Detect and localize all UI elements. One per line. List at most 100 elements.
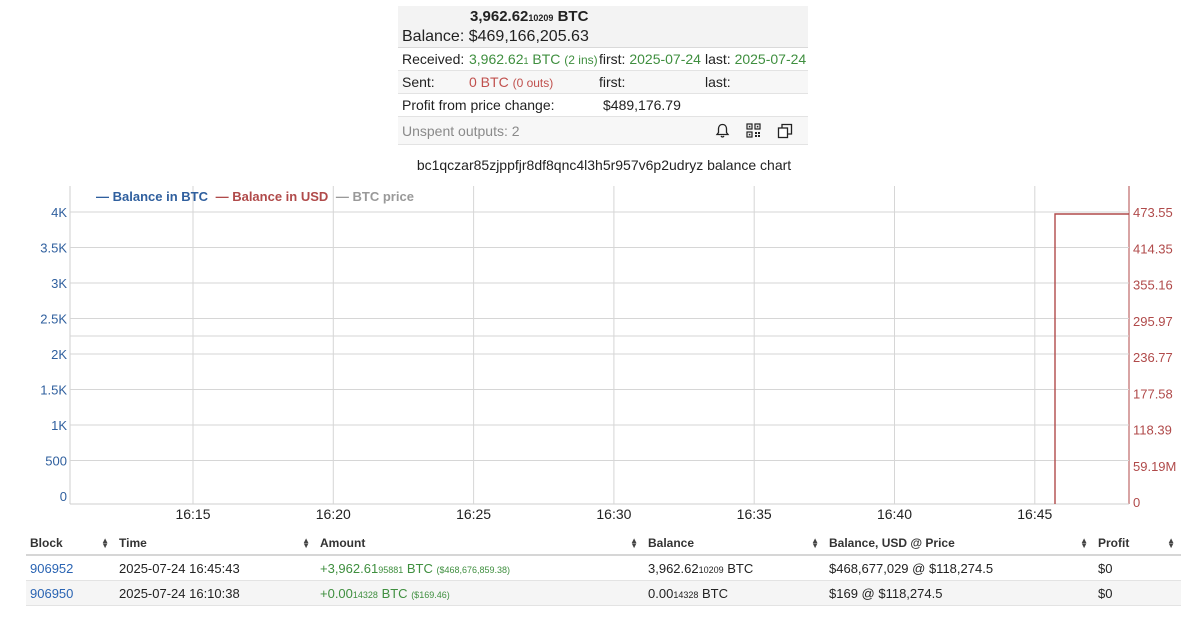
x-tick-label: 16:40 [877,506,912,522]
cell-amount: +0.0014328 BTC ($169.46) [316,580,644,606]
received-main: 3,962.62 [469,51,524,67]
cell-time: 2025-07-24 16:10:38 [115,580,316,606]
col-balance[interactable]: Balance ▲ ▼ [644,532,825,556]
y-left-tick-label: 1.5K [40,383,67,398]
y-left-tick-label: 1K [51,418,67,433]
amount-main: +3,962.61 [320,560,379,576]
chart-legend: — Balance in BTC — Balance in USD — BTC … [96,189,414,204]
sent-value: 0 BTC (0 outs) [469,74,599,90]
y-right-tick-label: 295.97 [1133,314,1173,329]
y-left-tick-label: 3K [51,276,67,291]
sent-amount: 0 BTC [469,74,509,90]
balance-header: 3,962.6210209 BTC Balance: $469,166,205.… [398,6,808,48]
col-amount-label: Amount [320,536,366,550]
received-value: 3,962.621 BTC (2 ins) [469,51,599,67]
legend-btc-price[interactable]: — BTC price [336,189,414,204]
balance-unit: BTC [727,560,754,576]
col-profit-label: Profit [1098,536,1130,550]
cell-block: 906952 [26,555,115,581]
balance-btc-unit: BTC [557,7,589,25]
unspent-row: Unspent outputs: 2 [398,117,808,145]
x-tick-label: 16:45 [1017,506,1052,522]
y-right-tick-label: 0 [1133,495,1140,510]
sent-label: Sent: [402,74,435,90]
chart-title: bc1qczar85zjppfjr8df8qnc4l3h5r957v6p2udr… [416,157,792,173]
cell-balance: 3,962.6210209 BTC [644,555,825,581]
amount-main: +0.00 [320,585,353,601]
received-label: Received: [402,51,465,67]
transactions-table: Block ▲ ▼ Time ▲ ▼ Amount ▲ ▼ Balance ▲ ▼ Balanc… [26,532,1181,606]
block-link[interactable]: 906950 [30,586,73,601]
col-balance-label: Balance [648,536,695,550]
bell-icon[interactable] [715,123,730,139]
sort-icon[interactable]: ▲ ▼ [1167,537,1175,550]
sort-icon[interactable]: ▲ ▼ [302,537,310,550]
x-tick-label: 16:15 [175,506,210,522]
col-balance-usd[interactable]: Balance, USD @ Price ▲ ▼ [825,532,1094,556]
sort-icon[interactable]: ▲ ▼ [101,537,109,550]
address-summary: 3,962.6210209 BTC Balance: $469,166,205.… [398,6,808,145]
qr-code-icon[interactable] [746,123,761,138]
amount-small: 14328 [352,589,378,600]
block-link[interactable]: 906952 [30,561,73,576]
y-left-tick-label: 4K [51,205,67,220]
y-right-tick-label: 118.39 [1133,423,1172,438]
balance-small: 10209 [698,564,724,575]
balance-main: 3,962.62 [648,560,699,576]
received-last: last: 2025-07-24 [705,51,808,67]
received-small: 1 [523,56,529,66]
sort-icon[interactable]: ▲ ▼ [1080,537,1088,550]
cell-balance: 0.0014328 BTC [644,580,825,606]
y-left-tick-label: 0 [60,489,67,504]
x-tick-label: 16:20 [316,506,351,522]
profit-row: Profit from price change: $489,176.79 [398,94,808,117]
action-icons [715,123,793,139]
col-time-label: Time [119,536,147,550]
y-right-tick-label: 473.55 [1133,205,1173,220]
x-tick-label: 16:25 [456,506,491,522]
col-block-label: Block [30,536,63,550]
balance-small: 14328 [673,589,699,600]
copy-icon[interactable] [777,123,793,139]
balance-usd-line: Balance: $469,166,205.63 [398,27,589,46]
cell-balance-usd: $468,677,029 @ $118,274.5 [825,555,1094,581]
sent-first-label: first: [599,74,626,90]
col-balance-usd-label: Balance, USD @ Price [829,536,955,550]
legend-balance-btc[interactable]: — Balance in BTC [96,189,209,204]
cell-profit: $0 [1094,555,1181,581]
balance-label: Balance: [402,27,465,45]
received-last-label: last: [705,51,731,67]
cell-balance-usd: $169 @ $118,274.5 [825,580,1094,606]
x-tick-label: 16:30 [596,506,631,522]
sent-outs: (0 outs) [512,76,554,90]
y-left-tick-label: 500 [45,454,67,469]
sort-icon[interactable]: ▲ ▼ [630,537,638,550]
amount-unit: BTC [406,560,433,576]
y-right-tick-label: 177.58 [1133,386,1173,401]
col-block[interactable]: Block ▲ ▼ [26,532,115,556]
y-left-tick-label: 2K [51,347,67,362]
balance-unit: BTC [701,585,728,601]
amount-unit: BTC [381,585,408,601]
unspent-outputs[interactable]: Unspent outputs: 2 [398,123,603,139]
y-right-tick-label: 59.19M [1133,459,1176,474]
sent-last-label: last: [705,74,731,90]
profit-label: Profit from price change: [402,97,555,113]
received-row: Received: 3,962.621 BTC (2 ins) first: 2… [398,48,808,71]
sort-icon[interactable]: ▲ ▼ [811,537,819,550]
received-first: first: 2025-07-24 [599,51,705,67]
cell-profit: $0 [1094,580,1181,606]
balance-chart: 0 500 1K 1.5K 2K 2.5K 3K 3.5K 4K 0 59.19M 118.39 177… [40,186,1176,522]
col-profit[interactable]: Profit ▲ ▼ [1094,532,1181,556]
col-time[interactable]: Time ▲ ▼ [115,532,316,556]
col-amount[interactable]: Amount ▲ ▼ [316,532,644,556]
y-right-tick-label: 414.35 [1133,241,1173,256]
balance-btc: 3,962.6210209 BTC [398,8,588,27]
x-tick-label: 16:35 [737,506,772,522]
balance-btc-main: 3,962.62 [470,7,529,25]
amount-usd: ($169.46) [411,589,450,600]
balance-usd: $469,166,205.63 [468,27,589,45]
received-ins: (2 ins) [564,53,598,67]
y-right-tick-label: 355.16 [1133,278,1173,293]
legend-balance-usd[interactable]: — Balance in USD [216,189,329,204]
